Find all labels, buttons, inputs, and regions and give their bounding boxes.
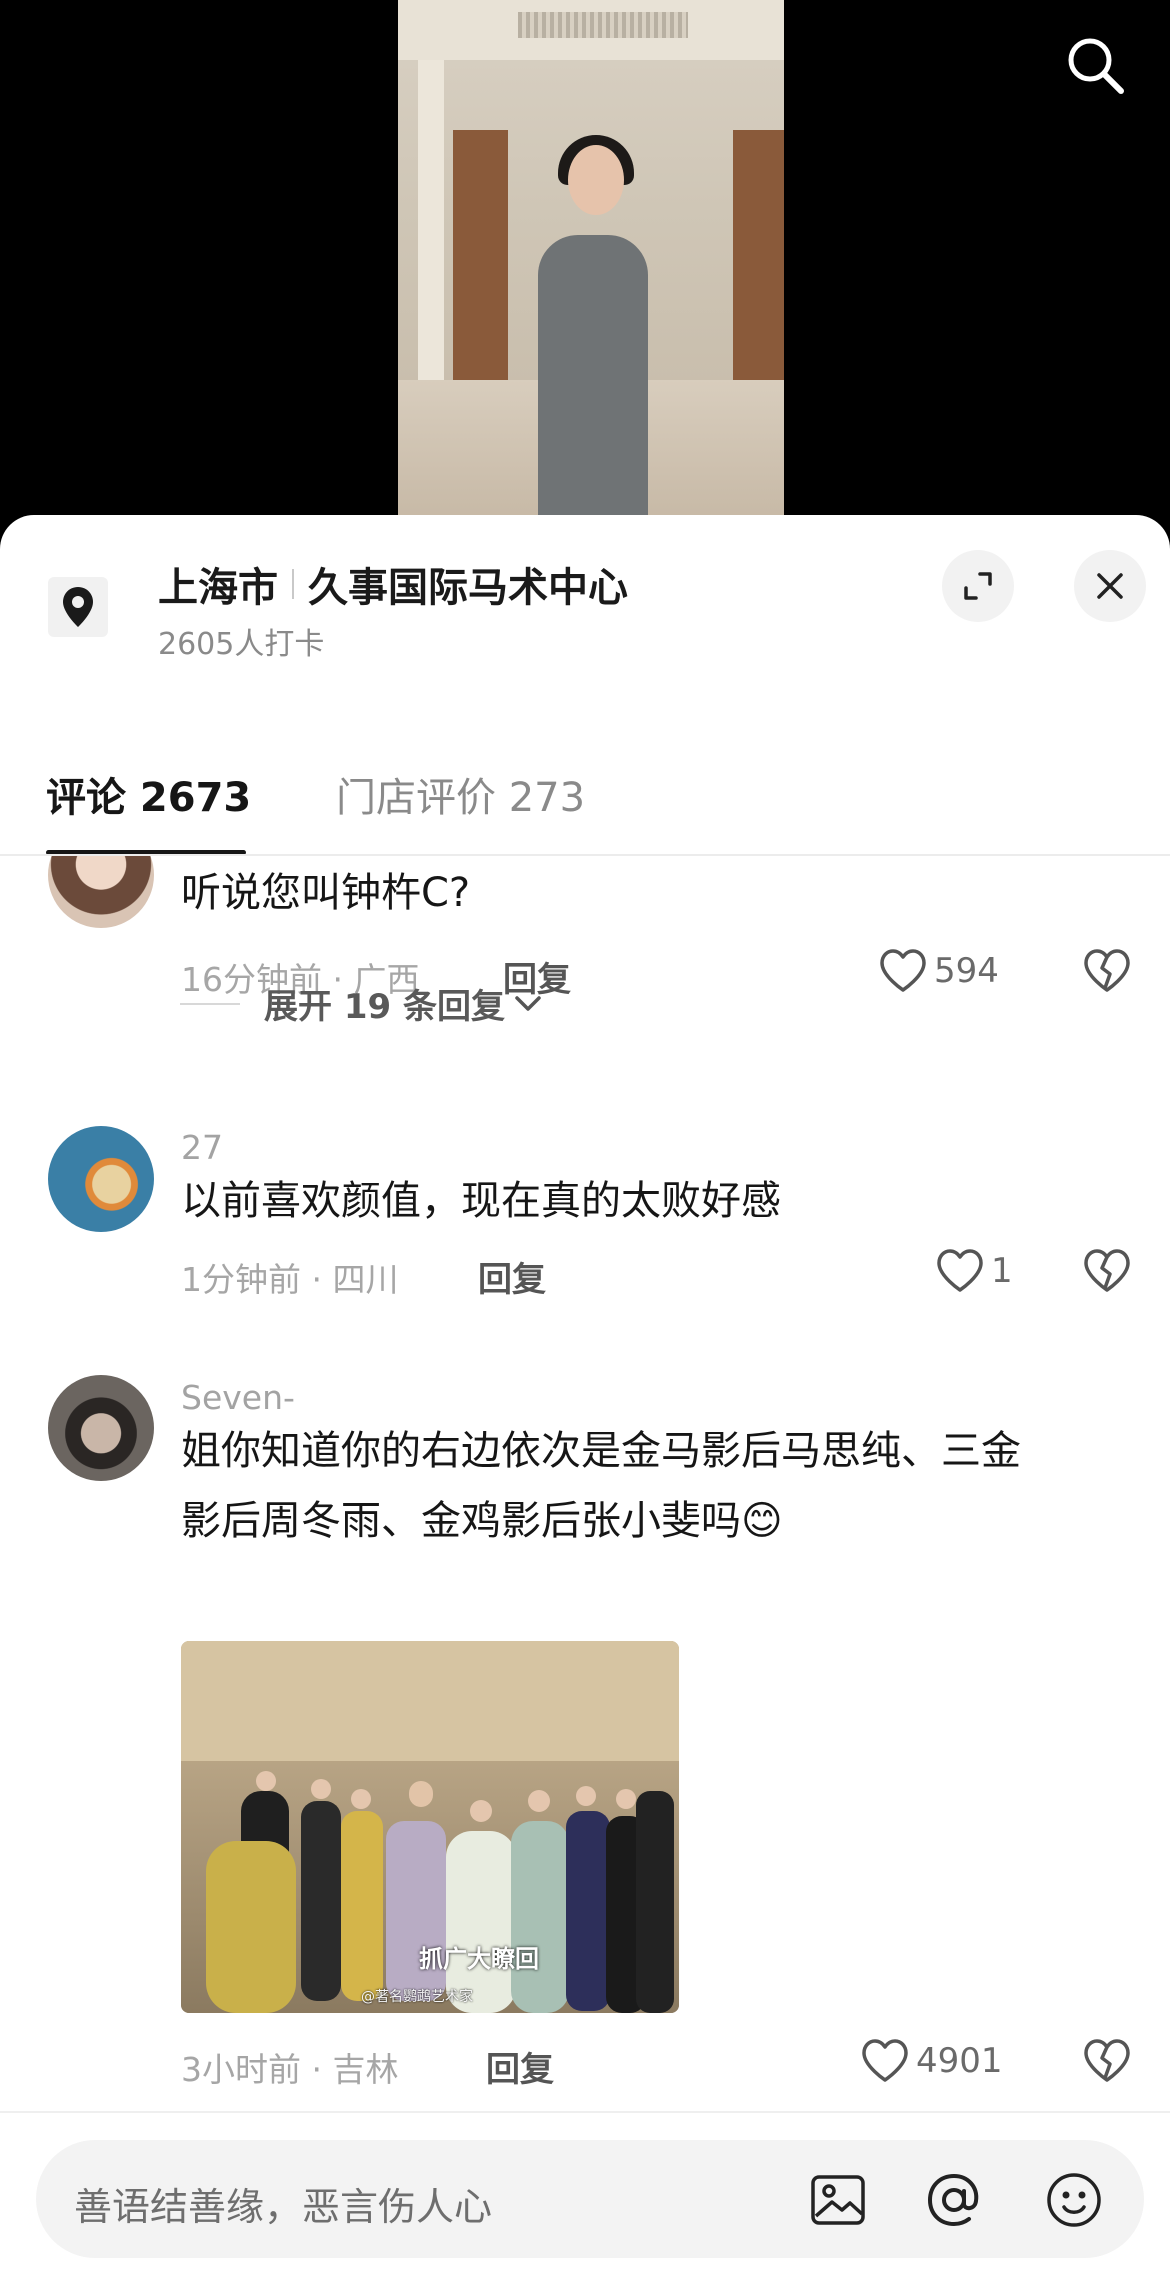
expand-replies-button[interactable]: 展开 19 条回复: [180, 979, 545, 1028]
expand-button[interactable]: [942, 550, 1014, 622]
comment-text-line: 姐你知道你的右边依次是金马影后马思纯、三金: [181, 1428, 1021, 1474]
like-button[interactable]: 1: [935, 1246, 1013, 1296]
heart-icon: [880, 949, 926, 992]
video-frame: [398, 0, 784, 520]
close-icon: [1097, 573, 1123, 599]
title-separator: [292, 569, 294, 599]
broken-heart-icon: [1084, 949, 1130, 992]
close-button[interactable]: [1074, 550, 1146, 622]
location-header: 上海市 久事国际马术中心 2605人打卡: [0, 515, 1170, 665]
avatar[interactable]: [48, 1126, 154, 1232]
heart-icon: [862, 2039, 908, 2082]
emoji-icon[interactable]: [1042, 2168, 1106, 2232]
like-button[interactable]: 4901: [860, 2036, 1003, 2086]
broken-heart-icon: [1084, 2039, 1130, 2082]
checkin-count: 2605人打卡: [158, 627, 325, 662]
avatar[interactable]: [48, 856, 154, 928]
image-icon[interactable]: [806, 2168, 870, 2232]
tab-bar: 评论 2673 门店评价 273: [0, 725, 1170, 855]
smile-emoji: 😊: [741, 1498, 783, 1544]
location-pin-icon: [48, 577, 108, 637]
chevron-down-icon: [515, 995, 541, 1011]
comment-text: 以前喜欢颜值，现在真的太败好感: [181, 1178, 781, 1224]
image-caption: 抓广大瞭回: [419, 1945, 539, 1973]
video-player[interactable]: [0, 0, 1170, 560]
image-watermark: @著名鹦鹉艺术家: [361, 1989, 473, 2005]
city-name: 上海市: [158, 565, 278, 611]
heart-icon: [937, 1249, 983, 1292]
search-icon[interactable]: [1060, 30, 1130, 100]
comment-text-line2: 影后周冬雨、金鸡影后张小斐吗: [181, 1498, 741, 1544]
comment-text: 姐你知道你的右边依次是金马影后马思纯、三金 影后周冬雨、金鸡影后张小斐吗😊: [181, 1416, 1121, 1556]
tab-comments[interactable]: 评论 2673: [46, 765, 251, 823]
comment-input[interactable]: 善语结善缘，恶言伤人心: [36, 2140, 1144, 2258]
dislike-button[interactable]: [1082, 946, 1132, 996]
divider: [0, 2111, 1170, 2113]
comment-meta: 1分钟前 · 四川: [181, 1260, 399, 1299]
reply-button[interactable]: 回复: [486, 2042, 554, 2091]
at-icon[interactable]: [922, 2168, 986, 2232]
venue-name: 久事国际马术中心: [308, 565, 628, 611]
username[interactable]: Seven-: [181, 1378, 295, 1417]
broken-heart-icon: [1084, 1249, 1130, 1292]
comment-list[interactable]: 听说您叫钟杵C? 16分钟前 · 广西 回复 594 展开 19 条回复 27 …: [0, 856, 1170, 2106]
comment-text: 听说您叫钟杵C?: [181, 870, 471, 916]
username[interactable]: 27: [181, 1128, 223, 1167]
dislike-button[interactable]: [1082, 1246, 1132, 1296]
comment-text-line: 影后周冬雨、金鸡影后张小斐吗😊: [181, 1486, 1121, 1556]
like-count: 594: [934, 951, 999, 991]
tab-reviews[interactable]: 门店评价 273: [336, 765, 585, 823]
expand-icon: [964, 572, 992, 600]
reply-button[interactable]: 回复: [478, 1252, 546, 1301]
comment-image[interactable]: 抓广大瞭回 @著名鹦鹉艺术家: [181, 1641, 679, 2013]
like-count: 1: [991, 1251, 1013, 1291]
dislike-button[interactable]: [1082, 2036, 1132, 2086]
like-count: 4901: [916, 2041, 1003, 2081]
comment-input-placeholder: 善语结善缘，恶言伤人心: [74, 2185, 493, 2229]
location-title[interactable]: 上海市 久事国际马术中心: [158, 555, 628, 613]
expand-replies-label: 展开 19 条回复: [264, 987, 505, 1027]
comment-sheet: 上海市 久事国际马术中心 2605人打卡 评论 2673 门店评价 273 听说…: [0, 515, 1170, 2288]
comment-meta: 3小时前 · 吉林: [181, 2050, 399, 2089]
avatar[interactable]: [48, 1375, 154, 1481]
like-button[interactable]: 594: [878, 946, 999, 996]
